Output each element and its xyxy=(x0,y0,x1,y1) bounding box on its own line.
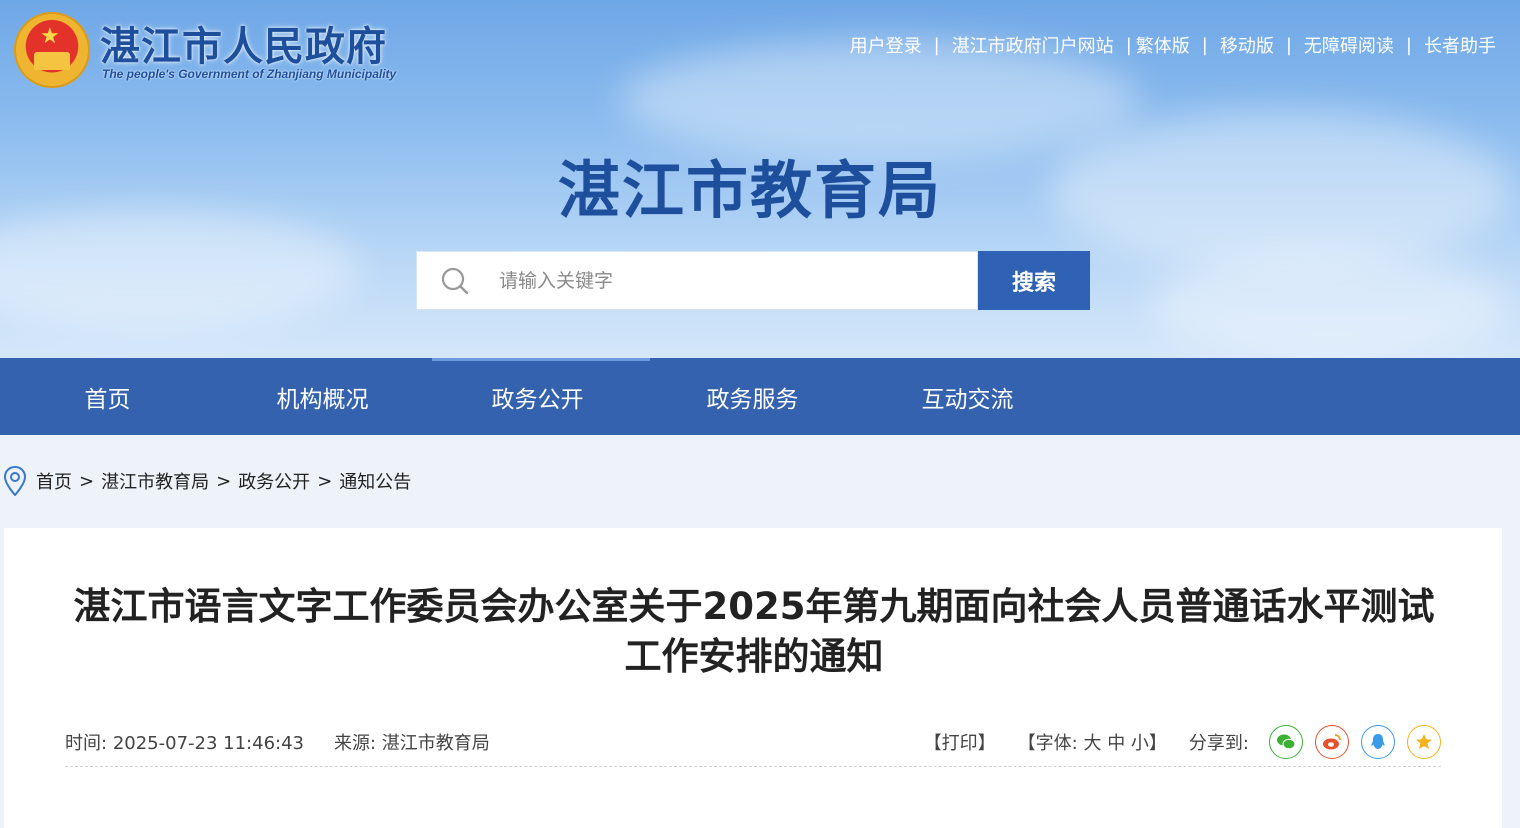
divider: | xyxy=(1125,34,1132,56)
share-label: 分享到: xyxy=(1188,733,1249,754)
main-nav: 首页 机构概况 政务公开 政务服务 互动交流 xyxy=(0,358,1520,435)
breadcrumb-home[interactable]: 首页 xyxy=(36,468,72,494)
mobile-link[interactable]: 移动版 xyxy=(1220,32,1274,58)
weibo-icon[interactable] xyxy=(1315,725,1349,759)
source-value: 湛江市教育局 xyxy=(381,733,490,754)
font-size-label: 【字体: xyxy=(1017,733,1078,754)
gov-site-subtitle: The people's Government of Zhanjiang Mun… xyxy=(102,67,397,81)
font-large-button[interactable]: 大 xyxy=(1083,733,1101,754)
divider: | xyxy=(1405,34,1412,56)
breadcrumb-department[interactable]: 湛江市教育局 xyxy=(101,468,209,494)
top-links: 用户登录 | 湛江市政府门户网站 | 繁体版 | 移动版 | 无障碍阅读 | 长… xyxy=(850,32,1496,58)
active-tab-indicator xyxy=(432,358,650,361)
search-box xyxy=(416,251,978,310)
print-button[interactable]: 【打印】 xyxy=(924,729,996,755)
search-button[interactable]: 搜索 xyxy=(978,251,1090,310)
time-value: 2025-07-23 11:46:43 xyxy=(112,733,304,754)
divider: | xyxy=(1201,34,1208,56)
article-tools: 【打印】 【字体: 大 中 小】 分享到: xyxy=(924,725,1441,759)
search-bar: 搜索 xyxy=(416,251,1090,310)
gov-site-title[interactable]: 湛江市人民政府 xyxy=(100,14,387,72)
qzone-icon[interactable] xyxy=(1407,725,1441,759)
article-meta: 时间: 2025-07-23 11:46:43 来源: 湛江市教育局 【打印】 … xyxy=(65,718,1441,767)
qq-icon[interactable] xyxy=(1361,725,1395,759)
font-size-control: 【字体: 大 中 小】 xyxy=(1018,729,1167,755)
breadcrumb-separator: > xyxy=(317,470,333,492)
breadcrumb-separator: > xyxy=(79,470,95,492)
location-pin-icon xyxy=(4,466,26,496)
login-link[interactable]: 用户登录 xyxy=(850,32,922,58)
traditional-chinese-link[interactable]: 繁体版 xyxy=(1136,32,1190,58)
nav-item-gov-affairs[interactable]: 政务公开 xyxy=(430,380,645,414)
breadcrumb-separator: > xyxy=(216,470,232,492)
time-label: 时间: xyxy=(65,733,108,754)
article-source: 来源: 湛江市教育局 xyxy=(334,729,490,755)
font-small-button[interactable]: 小】 xyxy=(1131,733,1167,754)
publish-time: 时间: 2025-07-23 11:46:43 xyxy=(65,729,304,755)
article-panel: 湛江市语言文字工作委员会办公室关于2025年第九期面向社会人员普通话水平测试工作… xyxy=(4,528,1502,828)
cloud-decoration xyxy=(1150,250,1510,358)
elderly-assistant-link[interactable]: 长者助手 xyxy=(1424,32,1496,58)
wechat-icon[interactable] xyxy=(1269,725,1303,759)
source-label: 来源: xyxy=(333,733,377,754)
divider: | xyxy=(933,34,940,56)
national-emblem-icon[interactable]: ★ xyxy=(14,12,90,88)
portal-link[interactable]: 湛江市政府门户网站 xyxy=(952,32,1114,58)
nav-item-about[interactable]: 机构概况 xyxy=(215,380,430,414)
breadcrumb-notices[interactable]: 通知公告 xyxy=(339,468,411,494)
nav-item-interaction[interactable]: 互动交流 xyxy=(860,380,1075,414)
font-medium-button[interactable]: 中 xyxy=(1107,733,1125,754)
article-title: 湛江市语言文字工作委员会办公室关于2025年第九期面向社会人员普通话水平测试工作… xyxy=(73,585,1435,678)
nav-item-home[interactable]: 首页 xyxy=(0,380,215,414)
search-icon xyxy=(441,267,469,294)
divider: | xyxy=(1285,34,1292,56)
department-title: 湛江市教育局 xyxy=(557,154,942,227)
nav-item-gov-services[interactable]: 政务服务 xyxy=(645,380,860,414)
header-banner: ★ 湛江市人民政府 The people's Government of Zha… xyxy=(0,0,1520,358)
breadcrumb: 首页 > 湛江市教育局 > 政务公开 > 通知公告 xyxy=(0,435,1520,527)
accessibility-link[interactable]: 无障碍阅读 xyxy=(1304,32,1394,58)
search-input[interactable] xyxy=(497,268,941,293)
breadcrumb-gov-affairs[interactable]: 政务公开 xyxy=(238,468,310,494)
